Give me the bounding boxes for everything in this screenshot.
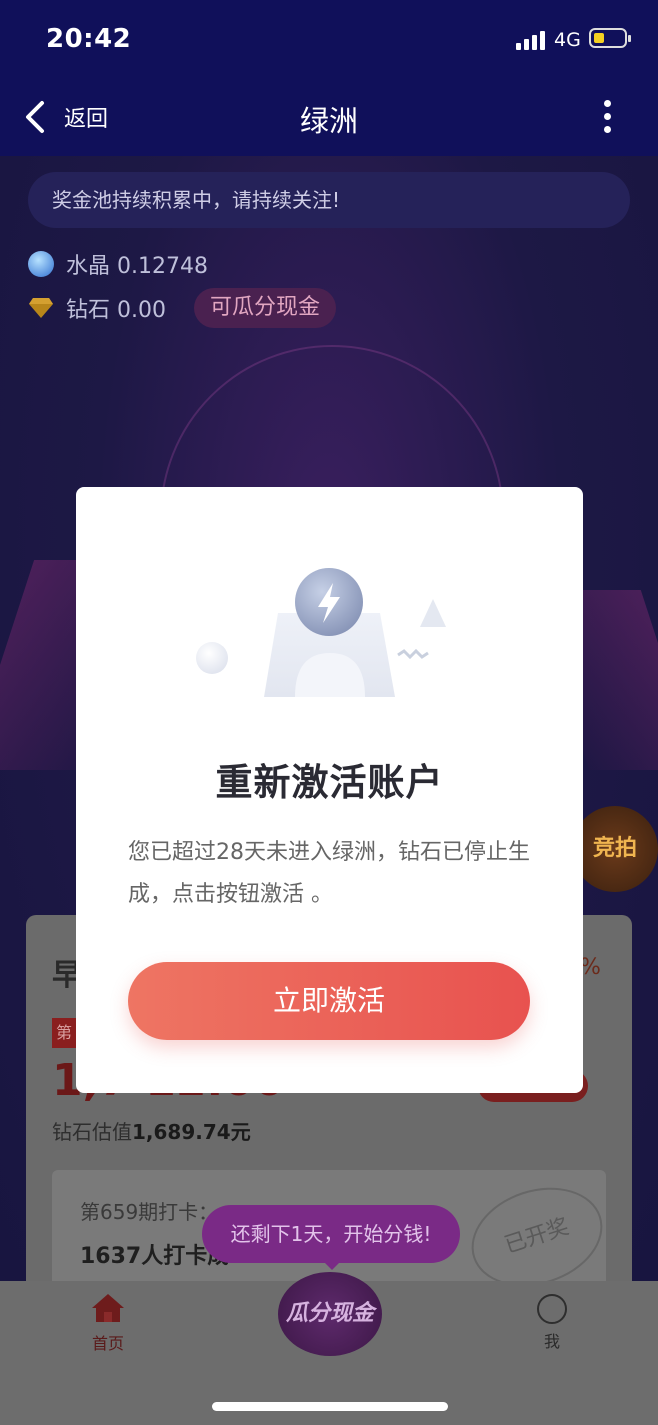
tab-home-label: 首页 — [91, 1334, 124, 1353]
toast-pointer — [322, 1260, 342, 1270]
signal-icon — [516, 30, 548, 50]
diamond-label: 钻石 0.00 — [66, 298, 166, 323]
auction-badge[interactable]: 竞拍 — [572, 806, 658, 892]
crystal-label: 水晶 0.12748 — [66, 254, 208, 279]
estimate-value: 1,689.74元 — [132, 1120, 251, 1144]
user-icon — [537, 1294, 567, 1324]
card-tag: 第 — [52, 1018, 76, 1048]
countdown-toast: 还剩下1天，开始分钱! — [202, 1205, 460, 1263]
estimate-label: 钻石估值 — [52, 1120, 132, 1144]
page-title: 绿洲 — [299, 104, 358, 138]
tab-home[interactable]: 首页 — [80, 1292, 136, 1353]
crystal-icon — [28, 251, 54, 277]
diamond-balance: 钻石 0.00 可瓜分现金 — [28, 288, 336, 328]
checkin-issue: 第659期打卡： — [80, 1200, 219, 1224]
dialog-description: 您已超过28天未进入绿洲，钻石已停止生成，点击按钮激活 。 — [128, 840, 530, 907]
battery-icon — [589, 28, 631, 48]
card-percent: % — [580, 955, 601, 980]
status-time: 20:42 — [46, 24, 132, 54]
notice-banner: 奖金池持续积累中，请持续关注! — [28, 172, 630, 228]
tab-cash[interactable]: 瓜分现金 — [278, 1272, 382, 1356]
lightning-illustration — [196, 568, 446, 697]
home-icon — [92, 1294, 124, 1322]
tab-me-label: 我 — [543, 1332, 560, 1351]
activate-now-button[interactable]: 立即激活 — [128, 962, 530, 1040]
cash-chip[interactable]: 可瓜分现金 — [193, 288, 336, 328]
more-menu-button[interactable] — [596, 100, 620, 134]
network-type: 4G — [554, 29, 581, 51]
diamond-estimate: 钻石估值1,689.74元 — [52, 1116, 251, 1145]
diamond-icon — [29, 298, 53, 318]
crystal-balance: 水晶 0.12748 — [28, 248, 208, 280]
dialog-title: 重新激活账户 — [215, 761, 444, 804]
home-indicator[interactable] — [212, 1402, 448, 1411]
tab-me[interactable]: 我 — [530, 1292, 574, 1352]
